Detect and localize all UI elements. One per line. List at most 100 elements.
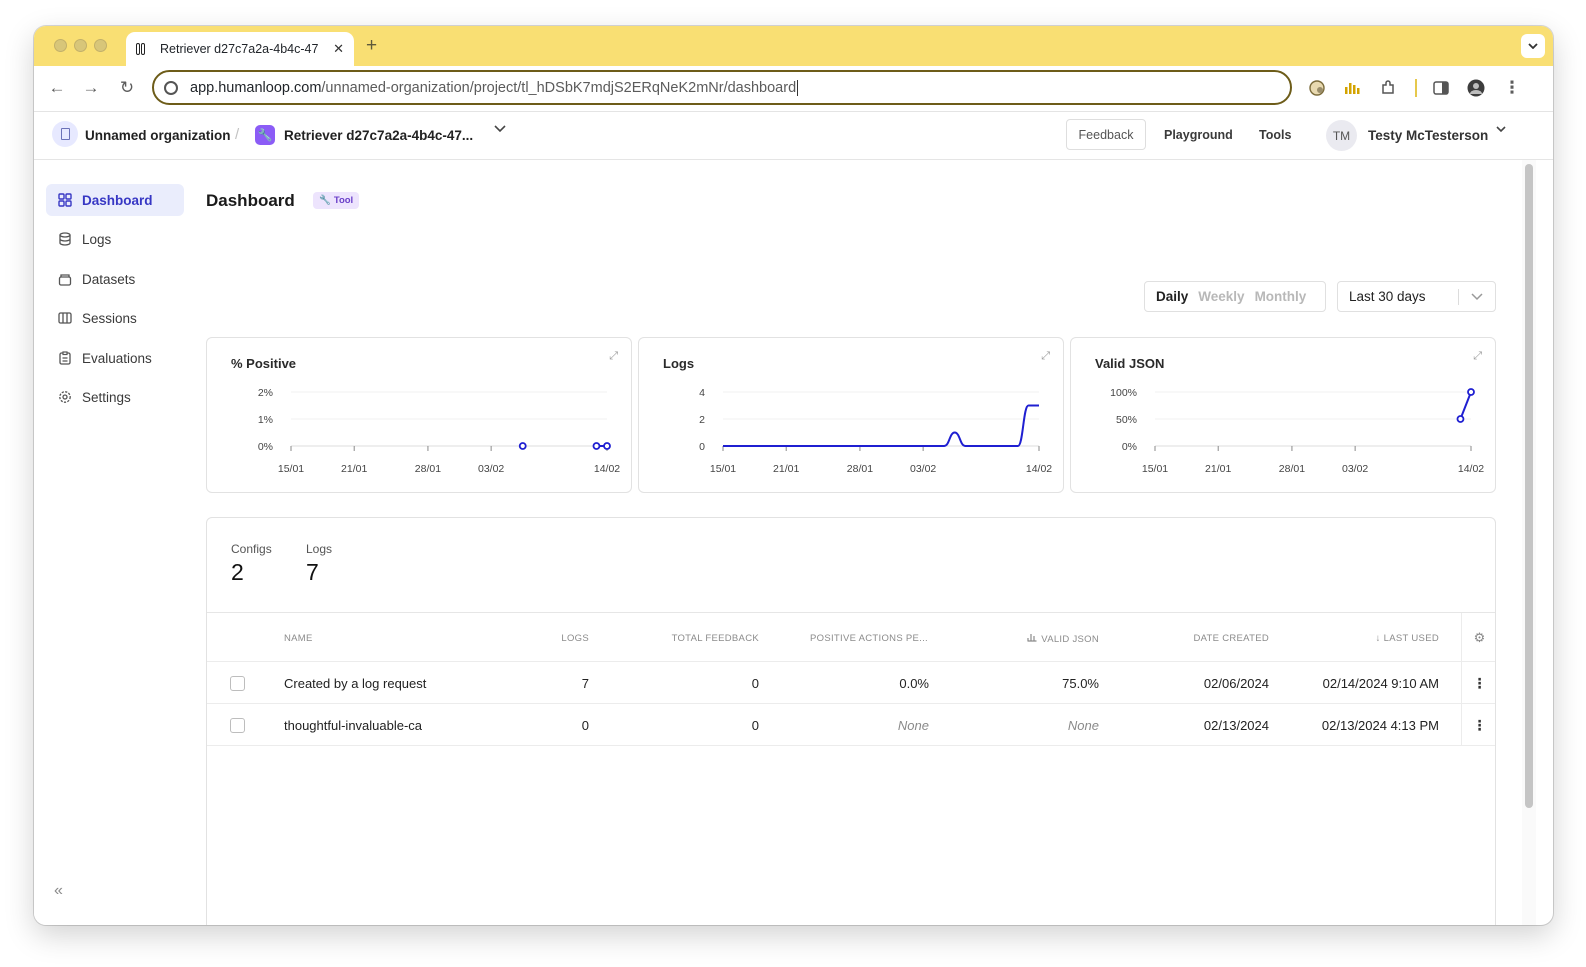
database-icon xyxy=(59,232,71,246)
series-line xyxy=(722,404,1039,447)
user-name[interactable]: Testy McTesterson xyxy=(1368,128,1488,143)
column-positive-actions[interactable]: POSITIVE ACTIONS PE... xyxy=(810,633,928,644)
side-panel-icon[interactable] xyxy=(1432,79,1450,97)
table-row[interactable]: Created by a log request 7 0 0.0% 75.0% … xyxy=(207,662,1495,704)
gear-icon xyxy=(59,391,71,403)
y-tick-label: 100% xyxy=(1110,387,1137,399)
address-bar[interactable]: app.humanloop.com/unnamed-organization/p… xyxy=(152,70,1292,105)
reload-icon[interactable]: ↻ xyxy=(116,78,138,98)
cell-logs: 0 xyxy=(581,718,589,733)
cell-total-feedback: 0 xyxy=(751,676,759,691)
collapse-sidebar-icon[interactable]: « xyxy=(54,882,63,900)
extension-globe-icon[interactable] xyxy=(1308,79,1326,97)
x-tick-label: 21/01 xyxy=(773,463,799,475)
valid-json-chart: 100% 50% 0% 15/01 21/01 28/01 03/02 14/02 xyxy=(1110,387,1484,475)
sidebar-item-label: Evaluations xyxy=(82,350,152,366)
wrench-small-icon: 🔧 xyxy=(319,195,331,206)
cell-name[interactable]: Created by a log request xyxy=(284,676,436,691)
column-total-feedback[interactable]: TOTAL FEEDBACK xyxy=(619,633,759,644)
page-scrollbar[interactable] xyxy=(1522,160,1536,925)
sidebar-item-settings[interactable]: Settings xyxy=(46,381,184,413)
columns-icon xyxy=(58,312,72,324)
granularity-weekly[interactable]: Weekly xyxy=(1193,289,1249,304)
sidebar-item-label: Datasets xyxy=(82,271,136,287)
back-arrow-icon[interactable]: ← xyxy=(46,78,68,98)
x-tick-label: 15/01 xyxy=(278,463,304,475)
project-name[interactable]: Retriever d27c7a2a-4b4c-47... xyxy=(284,128,473,143)
forward-arrow-icon[interactable]: → xyxy=(80,78,102,98)
granularity-toggle: Daily Weekly Monthly xyxy=(1144,281,1326,312)
sidebar-item-label: Sessions xyxy=(82,310,137,326)
x-tick-label: 14/02 xyxy=(594,463,620,475)
sidebar-item-evaluations[interactable]: Evaluations xyxy=(46,342,184,374)
column-logs[interactable]: LOGS xyxy=(507,633,589,644)
feedback-button[interactable]: Feedback xyxy=(1066,119,1146,150)
date-range-select[interactable]: Last 30 days xyxy=(1337,281,1496,312)
scrollbar-thumb[interactable] xyxy=(1525,164,1533,808)
minimize-window-button[interactable] xyxy=(74,39,87,52)
granularity-monthly[interactable]: Monthly xyxy=(1250,289,1312,304)
close-window-button[interactable] xyxy=(54,39,67,52)
y-tick-label: 0% xyxy=(258,441,273,453)
stat-logs: Logs 7 xyxy=(306,542,332,586)
sidebar-item-logs[interactable]: Logs xyxy=(46,223,184,255)
user-chevron-down-icon[interactable] xyxy=(1496,126,1506,133)
close-tab-icon[interactable]: ✕ xyxy=(333,41,344,57)
x-tick-label: 21/01 xyxy=(341,463,367,475)
table-row[interactable]: thoughtful-invaluable-ca 0 0 None None 0… xyxy=(207,704,1495,746)
x-tick-label: 28/01 xyxy=(847,463,873,475)
stat-value: 7 xyxy=(306,559,319,585)
cell-total-feedback: 0 xyxy=(751,718,759,733)
row-actions-icon[interactable]: ⋮ xyxy=(1461,704,1497,746)
tools-link[interactable]: Tools xyxy=(1259,128,1291,142)
profile-avatar-icon[interactable] xyxy=(1467,79,1485,97)
stat-value: 2 xyxy=(231,559,244,585)
data-point xyxy=(1456,415,1465,423)
page-title: Dashboard xyxy=(206,191,295,210)
y-tick-label: 1% xyxy=(258,414,273,426)
y-tick-label: 50% xyxy=(1116,414,1137,426)
chart-card-positive: % Positive ⤢ 2% 1% 0% 15/01 21/01 28/01 03/02 1… xyxy=(206,337,632,493)
row-actions-icon[interactable]: ⋮ xyxy=(1461,662,1497,704)
x-tick-label: 03/02 xyxy=(910,463,936,475)
text-caret xyxy=(797,79,799,96)
column-valid-json[interactable]: VALID JSON xyxy=(997,633,1099,645)
cell-positive-actions: None xyxy=(897,718,929,733)
site-info-icon[interactable] xyxy=(164,80,178,95)
row-checkbox[interactable] xyxy=(230,676,245,691)
y-tick-label: 2% xyxy=(258,387,273,399)
column-date-created[interactable]: DATE CREATED xyxy=(1139,633,1269,644)
maximize-window-button[interactable] xyxy=(94,39,107,52)
cell-date-created: 02/06/2024 xyxy=(1203,676,1269,691)
tab-title: Retriever d27c7a2a-4b4c-47 xyxy=(160,42,319,56)
granularity-daily[interactable]: Daily xyxy=(1151,289,1193,304)
main-content: Dashboard 🔧 Tool Daily Weekly Monthly La… xyxy=(206,160,1522,925)
user-avatar[interactable]: TM xyxy=(1326,120,1357,151)
org-name[interactable]: Unnamed organization xyxy=(85,128,231,143)
table-settings-gear-icon[interactable]: ⚙ xyxy=(1461,613,1497,663)
tool-badge: 🔧 Tool xyxy=(313,192,360,209)
tab-search-button[interactable] xyxy=(1521,34,1545,58)
x-tick-label: 15/01 xyxy=(1142,463,1168,475)
browser-tab[interactable]: Retriever d27c7a2a-4b4c-47 ✕ xyxy=(126,32,354,66)
row-checkbox[interactable] xyxy=(230,718,245,733)
sidebar-item-sessions[interactable]: Sessions xyxy=(46,302,184,334)
logs-chart: 4 2 0 15/01 21/01 28/01 03/02 14/02 xyxy=(699,387,1052,475)
playground-link[interactable]: Playground xyxy=(1164,128,1233,142)
more-menu-icon[interactable]: ⋮ xyxy=(1501,78,1523,98)
y-tick-label: 4 xyxy=(699,387,705,399)
extension-chart-icon[interactable] xyxy=(1343,79,1361,97)
puzzle-icon[interactable] xyxy=(1379,79,1397,97)
column-name[interactable]: NAME xyxy=(284,633,313,644)
select-divider xyxy=(1458,289,1459,305)
sidebar-item-datasets[interactable]: Datasets xyxy=(46,263,184,295)
cell-positive-actions: 0.0% xyxy=(899,676,929,691)
data-point xyxy=(603,442,611,450)
project-chevron-down-icon[interactable] xyxy=(494,125,506,133)
positive-chart: 2% 1% 0% 15/01 21/01 28/01 03/02 14/02 xyxy=(258,387,620,475)
sidebar-item-dashboard[interactable]: Dashboard xyxy=(46,184,184,216)
cell-name[interactable]: thoughtful-invaluable-ca xyxy=(284,718,436,733)
cell-valid-json: 75.0% xyxy=(1062,676,1099,691)
column-last-used[interactable]: ↓ LAST USED xyxy=(1329,633,1439,644)
new-tab-button[interactable]: + xyxy=(366,35,377,57)
